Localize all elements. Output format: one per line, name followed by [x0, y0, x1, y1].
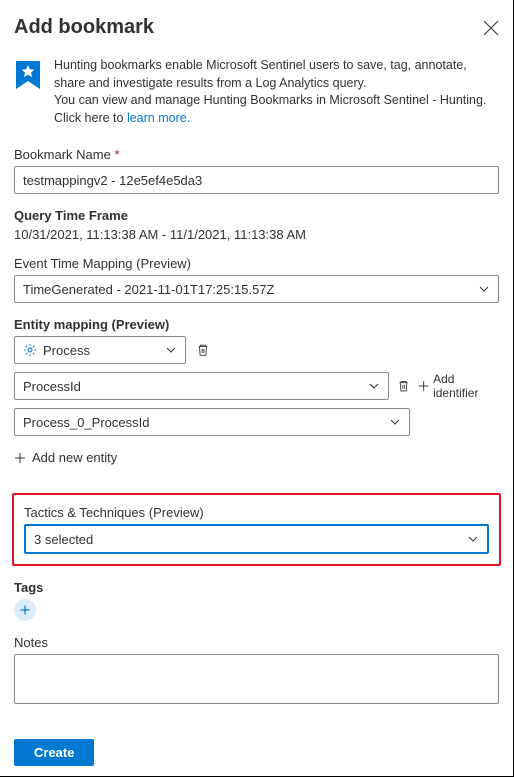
close-icon[interactable]: [483, 20, 499, 36]
event-time-value: TimeGenerated - 2021-11-01T17:25:15.57Z: [23, 282, 274, 297]
tactics-select[interactable]: 3 selected: [24, 524, 489, 554]
bookmark-name-label: Bookmark Name *: [14, 147, 499, 162]
chevron-down-icon: [467, 533, 479, 545]
add-entity-button[interactable]: Add new entity: [14, 450, 117, 465]
delete-icon[interactable]: [196, 343, 210, 357]
event-time-select[interactable]: TimeGenerated - 2021-11-01T17:25:15.57Z: [14, 275, 499, 303]
gear-icon: [23, 343, 37, 357]
learn-more-link[interactable]: learn more.: [127, 111, 190, 125]
chevron-down-icon: [165, 344, 177, 356]
chevron-down-icon: [389, 416, 401, 428]
value-field-select[interactable]: Process_0_ProcessId: [14, 408, 410, 436]
add-tag-button[interactable]: [14, 599, 36, 621]
plus-icon: [19, 604, 31, 616]
plus-icon: [418, 380, 429, 392]
add-identifier-label: Add identifier: [433, 372, 499, 400]
entity-mapping-label: Entity mapping (Preview): [14, 317, 499, 332]
entity-type-select[interactable]: Process: [14, 336, 186, 364]
create-button[interactable]: Create: [14, 739, 94, 766]
chevron-down-icon: [368, 380, 380, 392]
add-entity-label: Add new entity: [32, 450, 117, 465]
info-line1: Hunting bookmarks enable Microsoft Senti…: [54, 58, 467, 90]
info-line3-prefix: Click here to: [54, 111, 127, 125]
entity-type-value: Process: [43, 343, 90, 358]
tactics-highlight: Tactics & Techniques (Preview) 3 selecte…: [12, 493, 501, 566]
bookmark-name-input[interactable]: [14, 166, 499, 194]
notes-label: Notes: [14, 635, 499, 650]
identifier-select[interactable]: ProcessId: [14, 372, 389, 400]
delete-icon[interactable]: [397, 379, 410, 393]
identifier-value: ProcessId: [23, 379, 81, 394]
tactics-label: Tactics & Techniques (Preview): [24, 505, 489, 520]
plus-icon: [14, 452, 26, 464]
event-time-label: Event Time Mapping (Preview): [14, 256, 499, 271]
value-field-value: Process_0_ProcessId: [23, 415, 149, 430]
query-time-label: Query Time Frame: [14, 208, 499, 223]
chevron-down-icon: [478, 283, 490, 295]
bookmark-name-label-text: Bookmark Name: [14, 147, 111, 162]
tactics-value: 3 selected: [34, 532, 93, 547]
page-title: Add bookmark: [14, 16, 154, 39]
bookmark-icon: [14, 59, 42, 91]
tags-label: Tags: [14, 580, 499, 595]
add-identifier-button[interactable]: Add identifier: [418, 372, 499, 400]
info-line2: You can view and manage Hunting Bookmark…: [54, 93, 486, 107]
bookmark-name-field[interactable]: [23, 173, 490, 188]
query-time-value: 10/31/2021, 11:13:38 AM - 11/1/2021, 11:…: [14, 227, 499, 242]
notes-textarea[interactable]: [14, 654, 499, 704]
info-text: Hunting bookmarks enable Microsoft Senti…: [54, 57, 499, 127]
